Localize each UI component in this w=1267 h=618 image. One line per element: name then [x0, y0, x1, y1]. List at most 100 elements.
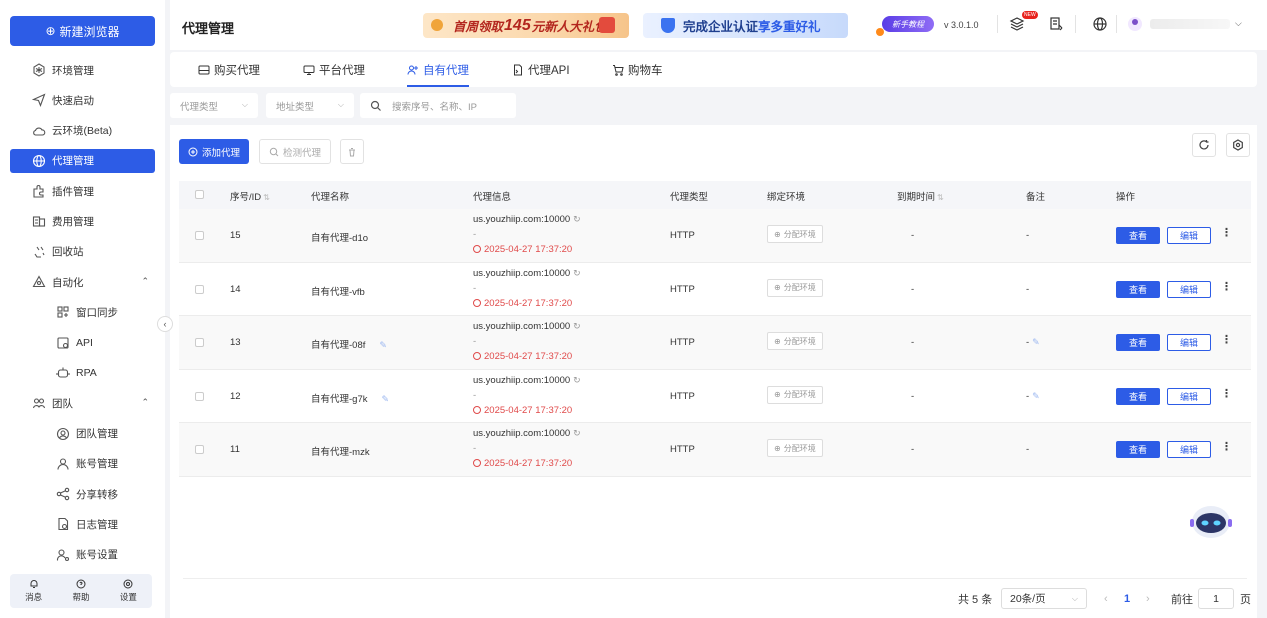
- sidebar-item-0[interactable]: 环境管理: [10, 58, 155, 82]
- refresh-button[interactable]: [1192, 133, 1216, 157]
- tab-1[interactable]: 平台代理: [303, 52, 365, 87]
- language-globe-icon[interactable]: [1092, 16, 1108, 32]
- column-settings-button[interactable]: [1226, 133, 1250, 157]
- monitor-icon: [303, 65, 315, 75]
- add-proxy-button[interactable]: 添加代理: [179, 139, 250, 164]
- sidebar-item-16[interactable]: 账号设置: [10, 543, 155, 567]
- table-row: 14 自有代理-vfb us.youzhiip.com:10000 ↻ - 2025-04…: [179, 263, 1251, 316]
- edit-note-icon[interactable]: ✎: [1032, 391, 1040, 402]
- sidebar-item-7[interactable]: 自动化 ⌃: [10, 270, 155, 294]
- clock-icon: [473, 405, 481, 414]
- refresh-icon[interactable]: ↻: [573, 214, 581, 224]
- refresh-icon[interactable]: ↻: [573, 375, 581, 385]
- sidebar-item-13[interactable]: 账号管理: [10, 452, 155, 476]
- edit-name-icon[interactable]: ✎: [379, 340, 387, 351]
- enterprise-verify-banner[interactable]: 完成企业认证 享多重好礼: [643, 13, 848, 38]
- row-checkbox[interactable]: [195, 284, 204, 294]
- sidebar-item-12[interactable]: 团队管理: [10, 422, 155, 446]
- sidebar-item-14[interactable]: 分享转移: [10, 482, 155, 506]
- sidebar-item-6[interactable]: 回收站: [10, 240, 155, 264]
- address-type-filter[interactable]: 地址类型 ⌵: [266, 93, 354, 118]
- sidebar-item-2[interactable]: 云环境(Beta): [10, 119, 155, 143]
- more-vertical-icon[interactable]: ⋮: [1221, 387, 1232, 400]
- row-checkbox[interactable]: [195, 231, 204, 240]
- goto-page-input[interactable]: 1: [1198, 588, 1234, 609]
- sidebar-collapse-button[interactable]: ‹: [157, 316, 173, 332]
- sidebar-item-10[interactable]: RPA: [10, 361, 155, 385]
- sidebar-item-15[interactable]: 日志管理: [10, 512, 155, 536]
- refresh-icon[interactable]: ↻: [573, 428, 581, 438]
- page-size-select[interactable]: 20条/页 ⌵: [1001, 588, 1087, 609]
- sidebar-item-8[interactable]: 窗口同步: [10, 300, 155, 324]
- sidebar-item-11[interactable]: 团队 ⌃: [10, 391, 155, 415]
- new-browser-button[interactable]: ⊕ 新建浏览器: [10, 16, 155, 46]
- edit-name-icon[interactable]: ✎: [381, 394, 389, 405]
- new-user-gift-banner[interactable]: 首周领取 145 元新人大礼包: [423, 13, 629, 38]
- refresh-icon[interactable]: ↻: [573, 268, 581, 278]
- layers-icon[interactable]: [1009, 16, 1025, 32]
- search-input[interactable]: 搜索序号、名称、IP: [360, 93, 516, 118]
- more-vertical-icon[interactable]: ⋮: [1221, 333, 1232, 346]
- select-all-checkbox[interactable]: [195, 190, 204, 199]
- delete-button[interactable]: [340, 139, 364, 164]
- newbie-tutorial-button[interactable]: 新手教程: [882, 16, 934, 32]
- row-checkbox[interactable]: [195, 391, 204, 401]
- report-icon[interactable]: [1048, 16, 1064, 32]
- view-button[interactable]: 查看: [1116, 334, 1160, 351]
- cell-note: -: [1026, 444, 1030, 455]
- view-button[interactable]: 查看: [1116, 280, 1160, 298]
- sidebar-item-5[interactable]: 费用管理: [10, 209, 155, 233]
- assign-env-button[interactable]: ⊕ 分配环境: [767, 332, 823, 350]
- sync-icon: [57, 306, 69, 318]
- messages-button[interactable]: 消息: [25, 579, 42, 603]
- page-number-current[interactable]: 1: [1124, 588, 1130, 610]
- more-vertical-icon[interactable]: ⋮: [1221, 440, 1232, 453]
- help-button[interactable]: 帮助: [72, 579, 90, 603]
- more-vertical-icon[interactable]: ⋮: [1221, 226, 1232, 239]
- sidebar-item-label: 窗口同步: [76, 306, 118, 319]
- tab-4[interactable]: 购物车: [612, 52, 663, 87]
- prev-page-button[interactable]: ‹: [1104, 588, 1108, 610]
- chevron-down-icon[interactable]: ⌵: [1235, 18, 1242, 29]
- settings-button[interactable]: 设置: [120, 579, 137, 603]
- sidebar-item-1[interactable]: 快速启动: [10, 88, 155, 112]
- sidebar-item-3[interactable]: 代理管理: [10, 148, 155, 173]
- assign-env-button[interactable]: ⊕ 分配环境: [767, 225, 823, 243]
- col-id[interactable]: 序号/ID ⇅: [230, 189, 270, 203]
- row-checkbox[interactable]: [195, 338, 204, 347]
- assign-env-button[interactable]: ⊕ 分配环境: [767, 385, 823, 404]
- edit-button[interactable]: 编辑: [1167, 334, 1211, 351]
- username-redacted[interactable]: [1150, 19, 1230, 29]
- sidebar-item-4[interactable]: 插件管理: [10, 179, 155, 203]
- assign-env-button[interactable]: ⊕ 分配环境: [767, 439, 823, 457]
- edit-button[interactable]: 编辑: [1167, 387, 1211, 405]
- edit-button[interactable]: 编辑: [1167, 441, 1211, 458]
- proxy-type-filter[interactable]: 代理类型 ⌵: [170, 93, 258, 118]
- cell-note: -: [1026, 230, 1030, 241]
- sidebar-item-label: 代理管理: [52, 155, 94, 168]
- check-proxy-button[interactable]: 检测代理: [259, 139, 332, 164]
- cell-date: 2025-04-27 17:37:20: [473, 351, 572, 362]
- more-vertical-icon[interactable]: ⋮: [1221, 280, 1232, 293]
- view-button[interactable]: 查看: [1116, 227, 1160, 244]
- tab-3[interactable]: 代理API: [512, 52, 570, 87]
- col-expire[interactable]: 到期时间 ⇅: [897, 189, 944, 203]
- globe-icon: [32, 154, 46, 167]
- edit-button[interactable]: 编辑: [1167, 280, 1211, 298]
- avatar[interactable]: [1128, 17, 1142, 31]
- row-checkbox[interactable]: [195, 445, 204, 454]
- tab-0[interactable]: 购买代理: [198, 52, 260, 87]
- edit-button[interactable]: 编辑: [1167, 227, 1211, 244]
- next-page-button[interactable]: ›: [1146, 588, 1150, 610]
- col-note: 备注: [1026, 192, 1046, 203]
- table-row: 12 自有代理-g7k ✎ us.youzhiip.com:10000 ↻ - 2025-0…: [179, 370, 1251, 423]
- refresh-icon[interactable]: ↻: [573, 321, 581, 331]
- view-button[interactable]: 查看: [1116, 441, 1160, 458]
- log-icon: [58, 518, 69, 531]
- tab-2[interactable]: 自有代理: [407, 52, 469, 87]
- sidebar-item-9[interactable]: API: [10, 331, 155, 355]
- edit-note-icon[interactable]: ✎: [1032, 337, 1040, 348]
- assign-env-button[interactable]: ⊕ 分配环境: [767, 278, 823, 297]
- ai-assistant-robot-icon[interactable]: [1190, 502, 1232, 540]
- view-button[interactable]: 查看: [1116, 387, 1160, 405]
